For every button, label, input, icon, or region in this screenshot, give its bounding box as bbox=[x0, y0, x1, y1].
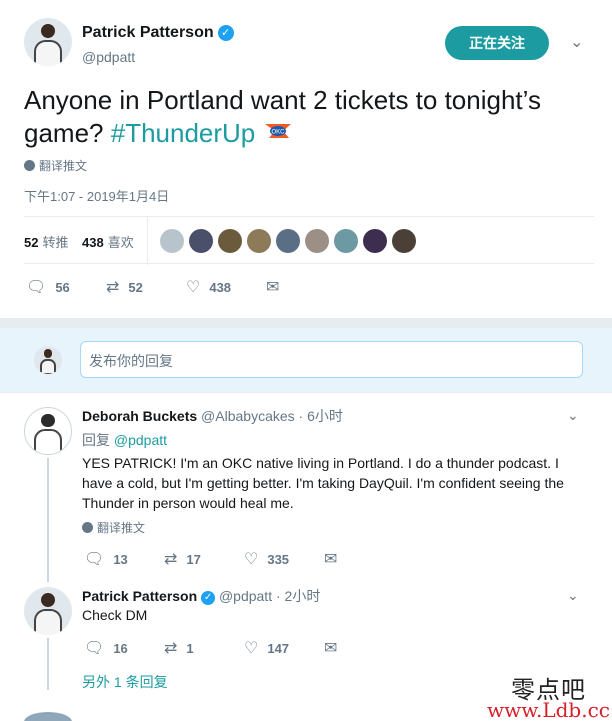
reply-composer: 发布你的回复 bbox=[0, 328, 612, 392]
reply-tweet[interactable]: Deborah Buckets @Albabycakes · 6小时 ⌄ 回复 … bbox=[0, 405, 612, 575]
tweet-actions: 🗨︎ 56 ⇄ 52 ♡ 438 ✉ bbox=[26, 277, 306, 297]
following-button[interactable]: 正在关注 bbox=[445, 26, 549, 60]
translate-tweet-link[interactable]: 翻译推文 bbox=[24, 157, 87, 174]
verified-icon: ✓ bbox=[201, 591, 216, 605]
message-icon: ✉ bbox=[324, 640, 338, 657]
direct-message-button[interactable]: ✉ bbox=[266, 277, 288, 297]
reply-time[interactable]: · 6小时 bbox=[299, 408, 343, 424]
reply-button[interactable]: 🗨︎ 56 bbox=[26, 277, 70, 297]
globe-icon bbox=[24, 160, 35, 171]
okc-thunder-emoji: OKC bbox=[264, 124, 291, 138]
retweet-icon: ⇄ bbox=[106, 279, 120, 296]
likes-stat[interactable]: 438 喜欢 bbox=[82, 232, 134, 251]
reply-header: Deborah Buckets @Albabycakes · 6小时 bbox=[82, 406, 343, 426]
reply-button[interactable]: 🗨︎ 16 bbox=[84, 638, 128, 658]
reply-button[interactable]: 🗨︎ 13 bbox=[84, 549, 128, 569]
caret-down-icon[interactable]: ⌄ bbox=[567, 587, 579, 604]
section-divider bbox=[0, 318, 612, 328]
direct-message-button[interactable]: ✉ bbox=[324, 638, 346, 658]
author-avatar[interactable] bbox=[24, 18, 72, 66]
liker-avatar[interactable] bbox=[363, 229, 387, 253]
reply-time[interactable]: · 2小时 bbox=[276, 588, 320, 604]
liker-avatar[interactable] bbox=[305, 229, 329, 253]
reply-header: Patrick Patterson ✓ @pdpatt · 2小时 bbox=[82, 586, 320, 606]
reply-author-name[interactable]: Deborah Buckets bbox=[82, 408, 197, 424]
reply-tweet[interactable]: Patrick Patterson ✓ @pdpatt · 2小时 ⌄ Chec… bbox=[0, 585, 612, 665]
like-button[interactable]: ♡ 147 bbox=[244, 638, 289, 658]
divider bbox=[0, 392, 612, 393]
translate-tweet-link[interactable]: 翻译推文 bbox=[82, 519, 145, 536]
verified-icon: ✓ bbox=[217, 25, 234, 41]
retweet-button[interactable]: ⇄ 1 bbox=[164, 638, 194, 658]
more-replies-link[interactable]: 另外 1 条回复 bbox=[82, 672, 168, 692]
tweet-header: Patrick Patterson ✓ @pdpatt 正在关注 ⌄ bbox=[24, 18, 594, 74]
next-reply-avatar bbox=[24, 712, 72, 721]
retweet-icon: ⇄ bbox=[164, 551, 178, 568]
liker-avatar[interactable] bbox=[189, 229, 213, 253]
retweets-stat[interactable]: 52 转推 bbox=[24, 232, 68, 251]
heart-icon: ♡ bbox=[244, 640, 259, 657]
like-button[interactable]: ♡ 438 bbox=[186, 277, 231, 297]
reply-author-avatar[interactable] bbox=[24, 587, 72, 635]
message-icon: ✉ bbox=[266, 279, 280, 296]
like-button[interactable]: ♡ 335 bbox=[244, 549, 289, 569]
liker-avatar[interactable] bbox=[247, 229, 271, 253]
heart-icon: ♡ bbox=[244, 551, 259, 568]
retweet-button[interactable]: ⇄ 52 bbox=[106, 277, 143, 297]
reply-text: Check DM bbox=[82, 607, 148, 623]
reply-author-handle[interactable]: @Albabycakes bbox=[201, 408, 295, 424]
globe-icon bbox=[82, 522, 93, 533]
caret-down-icon[interactable]: ⌄ bbox=[570, 32, 583, 52]
mention-link[interactable]: @pdpatt bbox=[114, 432, 167, 448]
liker-avatar[interactable] bbox=[160, 229, 184, 253]
heart-icon: ♡ bbox=[186, 279, 201, 296]
reply-author-avatar[interactable] bbox=[24, 407, 72, 455]
author-handle[interactable]: @pdpatt bbox=[82, 49, 135, 65]
direct-message-button[interactable]: ✉ bbox=[324, 549, 346, 569]
engagement-stats: 52 转推 438 喜欢 bbox=[24, 216, 594, 265]
reply-input[interactable]: 发布你的回复 bbox=[80, 341, 583, 378]
liker-avatar[interactable] bbox=[276, 229, 300, 253]
svg-text:OKC: OKC bbox=[271, 130, 285, 136]
reply-author-handle[interactable]: @pdpatt bbox=[219, 588, 272, 604]
liker-avatar[interactable] bbox=[334, 229, 358, 253]
reply-text: YES PATRICK! I'm an OKC native living in… bbox=[82, 455, 564, 511]
reply-author-name[interactable]: Patrick Patterson bbox=[82, 588, 197, 604]
reply-actions: 🗨︎ 16 ⇄ 1 ♡ 147 ✉ bbox=[84, 638, 344, 658]
tweet-text: Anyone in Portland want 2 tickets to ton… bbox=[24, 84, 594, 150]
retweet-icon: ⇄ bbox=[164, 640, 178, 657]
hashtag-link[interactable]: #ThunderUp bbox=[111, 118, 256, 148]
caret-down-icon[interactable]: ⌄ bbox=[567, 407, 579, 424]
user-avatar bbox=[34, 346, 62, 374]
retweet-button[interactable]: ⇄ 17 bbox=[164, 549, 201, 569]
watermark-url: www.Ldb.cc bbox=[487, 698, 610, 721]
message-icon: ✉ bbox=[324, 551, 338, 568]
replying-to: 回复 @pdpatt bbox=[82, 432, 168, 448]
reply-icon: 🗨︎ bbox=[84, 551, 105, 568]
liker-avatar[interactable] bbox=[218, 229, 242, 253]
reply-icon: 🗨︎ bbox=[26, 279, 47, 296]
tweet-timestamp[interactable]: 下午1:07 - 2019年1月4日 bbox=[24, 186, 169, 205]
reply-actions: 🗨︎ 13 ⇄ 17 ♡ 335 ✉ bbox=[84, 549, 344, 569]
liker-avatar[interactable] bbox=[392, 229, 416, 253]
author-name[interactable]: Patrick Patterson ✓ bbox=[82, 24, 234, 42]
watermark: 零点吧 www.Ldb.cc bbox=[470, 668, 612, 721]
reply-icon: 🗨︎ bbox=[84, 640, 105, 657]
stats-divider bbox=[147, 217, 148, 265]
